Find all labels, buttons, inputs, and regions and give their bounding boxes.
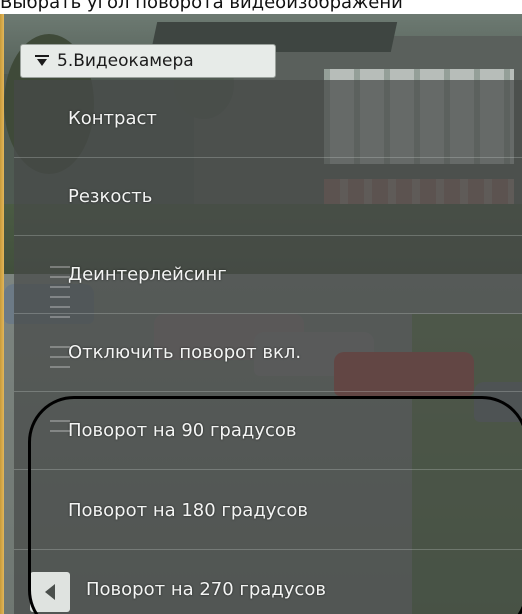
menu-grip-line — [50, 286, 70, 288]
menu-item-contrast[interactable]: Контраст — [14, 80, 522, 158]
chevron-left-icon — [45, 584, 55, 600]
menu-grip-line — [50, 276, 70, 278]
menu-grip-line — [50, 366, 70, 368]
menu-item-rotate-180[interactable]: Поворот на 180 градусов — [14, 472, 522, 550]
menu-item-label: Отключить поворот вкл. — [68, 342, 302, 363]
menu-item-label: Контраст — [68, 108, 157, 129]
menu-grip-line — [50, 346, 70, 348]
collapse-menu-icon — [35, 54, 49, 68]
menu-item-sharpness[interactable]: Резкость — [14, 158, 522, 236]
menu-grip-line — [50, 356, 70, 358]
menu-grip-line — [50, 296, 70, 298]
menu-grip-line — [50, 306, 70, 308]
menu-grip-line — [50, 420, 70, 422]
menu-item-label: Поворот на 90 градусов — [68, 420, 297, 441]
camera-title-button[interactable]: 5.Видеокамера — [20, 44, 276, 78]
menu-grip-line — [50, 316, 70, 318]
camera-context-menu: Контраст Резкость Деинтерлейсинг Отключи… — [14, 80, 522, 614]
menu-item-label: Поворот на 180 градусов — [68, 500, 308, 521]
menu-item-rotate-270[interactable]: Поворот на 270 градусов — [14, 550, 522, 614]
menu-item-label: Поворот на 270 градусов — [86, 578, 326, 600]
page-caption: Выбрать угол поворота видеоизображени — [0, 0, 403, 12]
menu-item-rotate-90[interactable]: Поворот на 90 градусов — [14, 392, 522, 470]
menu-item-deinterlacing[interactable]: Деинтерлейсинг — [14, 236, 522, 314]
menu-item-label: Деинтерлейсинг — [68, 264, 227, 285]
camera-title-label: 5.Видеокамера — [57, 51, 194, 71]
menu-grip-line — [50, 266, 70, 268]
menu-item-disable-rotation[interactable]: Отключить поворот вкл. — [14, 314, 522, 392]
menu-item-label: Резкость — [68, 186, 153, 207]
menu-back-button[interactable] — [30, 572, 70, 612]
video-viewport[interactable]: 5.Видеокамера Контраст Резкость Деинтерл… — [4, 14, 522, 614]
menu-grip-line — [50, 430, 70, 432]
